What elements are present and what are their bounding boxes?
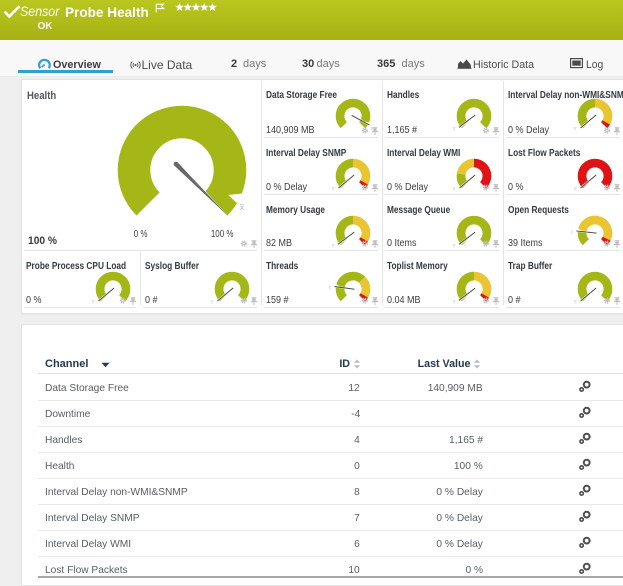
svg-text:x̅: x̅ (452, 186, 456, 192)
svg-text:x̅: x̅ (452, 243, 456, 249)
svg-text:x̅: x̅ (573, 299, 577, 305)
svg-text:x̅: x̅ (331, 186, 335, 192)
svg-text:x̅: x̅ (239, 203, 245, 212)
svg-text:x̅: x̅ (571, 230, 574, 236)
svg-text:x̅: x̅ (452, 299, 456, 305)
svg-text:x̅: x̅ (573, 186, 577, 192)
svg-text:x̅: x̅ (331, 243, 335, 249)
svg-text:x̅: x̅ (210, 299, 214, 305)
svg-text:x̅: x̅ (573, 127, 577, 133)
svg-text:x̅: x̅ (91, 299, 95, 305)
svg-text:x̅: x̅ (329, 285, 332, 291)
svg-text:x̅: x̅ (452, 127, 456, 133)
